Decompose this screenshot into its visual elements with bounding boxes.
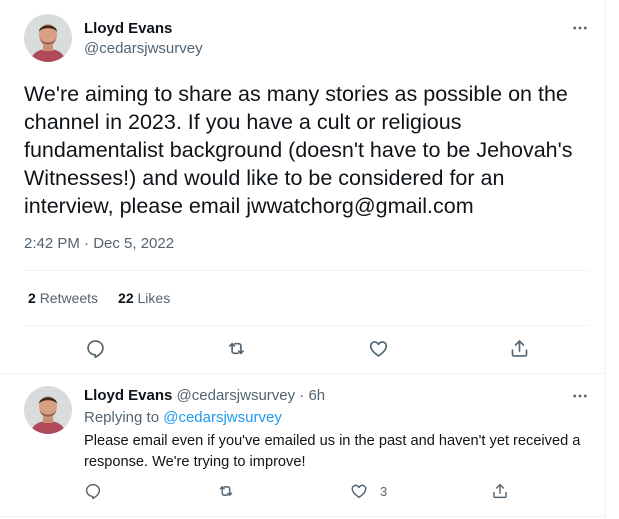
author-avatar[interactable] <box>24 14 72 62</box>
reply-author-avatar[interactable] <box>24 386 72 434</box>
retweet-icon <box>219 486 233 496</box>
retweets-count: 2 <box>28 290 36 306</box>
likes-stat[interactable]: 22 Likes <box>118 289 170 307</box>
like-button[interactable] <box>368 338 389 359</box>
likes-count: 22 <box>118 290 134 306</box>
more-options-icon[interactable] <box>570 386 590 406</box>
reply-age[interactable]: 6h <box>308 387 325 404</box>
divider <box>0 516 606 517</box>
engagement-stats: 2 Retweets 22 Likes <box>28 289 190 307</box>
like-button[interactable]: 3 <box>350 482 387 500</box>
share-button[interactable] <box>491 482 509 500</box>
retweets-label: Retweets <box>39 290 99 306</box>
retweet-icon <box>229 342 244 355</box>
author-name[interactable]: Lloyd Evans <box>84 19 172 39</box>
tweet-text: We're aiming to share as many stories as… <box>24 82 573 218</box>
replying-to-handle[interactable]: @cedarsjwsurvey <box>163 409 282 426</box>
reply-header: Lloyd Evans @cedarsjwsurvey · 6h <box>84 386 325 406</box>
retweet-button[interactable] <box>217 482 235 500</box>
reply-button[interactable] <box>85 338 106 359</box>
share-icon <box>511 340 528 357</box>
replying-to-prefix: Replying to <box>84 409 160 426</box>
reply-text: Please email even if you've emailed us i… <box>84 433 581 470</box>
more-options-icon[interactable] <box>570 18 590 38</box>
divider <box>24 325 589 326</box>
divider <box>24 270 589 271</box>
replying-to: Replying to @cedarsjwsurvey <box>84 408 282 428</box>
reply-icon <box>87 340 104 359</box>
reply-icon <box>85 483 101 500</box>
reply-author-name[interactable]: Lloyd Evans <box>84 387 172 404</box>
separator-dot: · <box>295 387 309 404</box>
divider <box>0 373 606 374</box>
share-button[interactable] <box>509 338 530 359</box>
likes-label: Likes <box>137 290 171 306</box>
author-handle[interactable]: @cedarsjwsurvey <box>84 39 203 59</box>
share-icon <box>493 483 507 499</box>
reply-author-handle[interactable]: @cedarsjwsurvey <box>177 387 296 404</box>
retweets-stat[interactable]: 2 Retweets <box>28 289 98 307</box>
tweet-timestamp[interactable]: 2:42 PM · Dec 5, 2022 <box>24 234 174 254</box>
like-icon <box>351 484 367 499</box>
reply-likes-count: 3 <box>380 483 388 499</box>
reply-button[interactable] <box>84 482 102 500</box>
tweet-thread: Lloyd Evans @cedarsjwsurvey We're aiming… <box>0 0 606 519</box>
like-icon <box>369 341 388 357</box>
retweet-button[interactable] <box>226 338 247 359</box>
